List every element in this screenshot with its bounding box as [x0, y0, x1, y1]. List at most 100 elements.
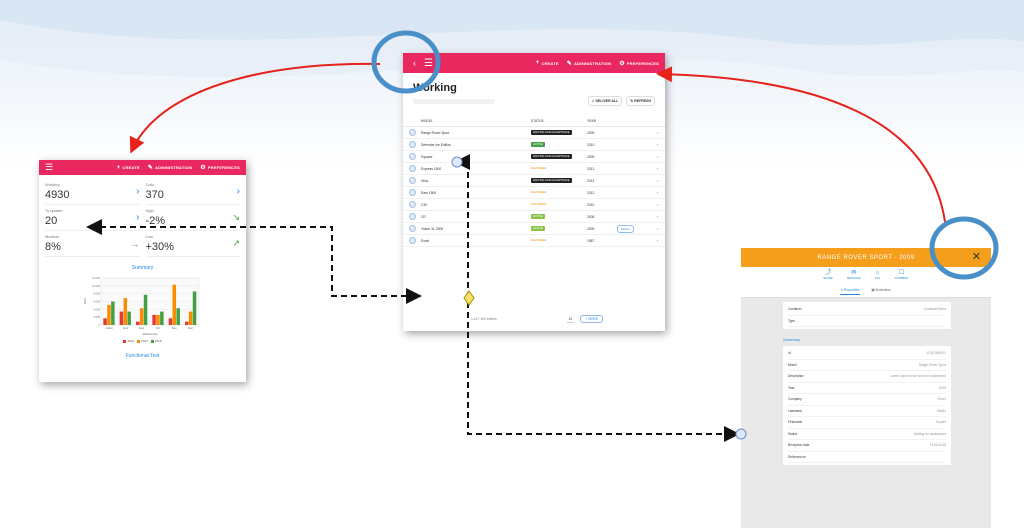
close-icon[interactable]: ✕ [972, 250, 981, 263]
table-row[interactable]: Yukon XL 2500 ACTIVE 2009 Deliver › [403, 223, 665, 235]
tab-label: SHARE [823, 276, 833, 280]
table-row[interactable]: C30 DELIVERED 2010 › [403, 199, 665, 211]
table-row[interactable]: Excel DELIVERED 1987 › [403, 235, 665, 247]
property-row: Type [788, 316, 946, 327]
column-year[interactable]: YEAR [587, 119, 617, 123]
more-label: MORE [588, 317, 598, 321]
worklist-table: MODEL STATUS YEAR Range Rover Sport WAITI… [403, 115, 665, 247]
administration-button[interactable]: ✎ ADMINISTRATION [567, 60, 611, 67]
cell-model: Defender Ice Edition [421, 142, 451, 147]
cell-model: Equator [421, 154, 433, 159]
legend-label: 2017 [141, 339, 148, 343]
share-tab[interactable]: ⤴ SHARE [823, 270, 833, 280]
plus-icon: + [116, 164, 121, 171]
stat-low[interactable]: Low +30% ↗ [145, 231, 240, 257]
bar [106, 304, 111, 325]
cell-year: 1987 [587, 238, 595, 243]
chevron-right-icon[interactable]: › [657, 190, 665, 195]
column-status[interactable]: STATUS [531, 119, 587, 123]
create-button[interactable]: + CREATE [117, 165, 140, 171]
avatar [409, 213, 416, 220]
preferences-button[interactable]: ⚙ PREFERENCES [619, 60, 659, 67]
bar [188, 311, 192, 325]
status-badge: ACTIVE [531, 226, 545, 231]
trend-up-icon: ↗ [232, 238, 240, 248]
table-row[interactable]: Hilux WAITING FOR ACCEPTANCE 2012 › [403, 175, 665, 187]
property-row: Company Rover [788, 394, 946, 406]
column-model[interactable]: MODEL [421, 119, 531, 123]
stat-to-update[interactable]: To update 20 › [45, 205, 140, 231]
property-value: A7BC98S912 [926, 351, 946, 356]
wrench-icon: ✎ [566, 60, 573, 67]
chevron-right-icon[interactable]: › [657, 202, 665, 207]
legend-item: 2018 [150, 339, 162, 343]
chevron-right-icon[interactable]: › [657, 154, 665, 159]
stat-value: +30% [145, 241, 174, 253]
bar [184, 321, 188, 325]
table-row[interactable]: Ram 1500 DELIVERED 2012 › [403, 187, 665, 199]
more-button[interactable]: + MORE [580, 315, 603, 323]
create-label: CREATE [122, 165, 140, 170]
x-tick-label: Juillet [105, 326, 112, 330]
y-tick-label: 4 000 [93, 307, 100, 311]
tag-tab[interactable]: ⌂ TAG [875, 270, 881, 280]
stats-grid: Working 4930 › Todo 370 › To update 20 › Hi… [39, 175, 246, 257]
stat-todo[interactable]: Todo 370 › [145, 179, 240, 205]
tab-illustration[interactable]: ▣ Illustration [870, 286, 892, 294]
cell-year: 2011 [587, 166, 595, 171]
chevron-right-icon[interactable]: › [657, 166, 665, 171]
detail-actions: ⤴ SHARE ✉ MESSAGE ⌂ TAG ☐ COMMENT [741, 267, 991, 283]
back-icon[interactable]: ‹ [413, 58, 416, 68]
deliver-chip[interactable]: Deliver [617, 224, 634, 233]
stat-medium[interactable]: Medium 8% → [45, 231, 140, 257]
property-row: Description Lorem ipsum dolor sit amet co… [788, 371, 946, 383]
stat-value: 370 [145, 189, 164, 201]
tab-properties[interactable]: ≡ Properties [839, 286, 861, 295]
legend-swatch [150, 339, 154, 343]
bar [123, 298, 127, 325]
table-row[interactable]: Express 1500 DELIVERED 2011 › [403, 163, 665, 175]
refresh-button[interactable]: ↻ REFRESH [626, 96, 655, 106]
stat-working[interactable]: Working 4930 › [45, 179, 140, 205]
chevron-right-icon[interactable]: › [657, 226, 665, 231]
property-value: Lorem ipsum dolor sit amet consectetur [890, 374, 946, 379]
detail-header: RANGE ROVER SPORT - 2009 ✕ [741, 248, 991, 267]
deliver-all-button[interactable]: ✓ DELIVER ALL [587, 96, 623, 106]
stat-value: -2% [145, 215, 166, 227]
functional-test-link[interactable]: Functional Test [39, 353, 246, 359]
comment-tab[interactable]: ☐ COMMENT [894, 270, 908, 280]
x-tick-label: Oct. [155, 326, 160, 330]
property-value: Rover [937, 397, 946, 402]
create-button[interactable]: + CREATE [536, 60, 559, 66]
status-badge: ACTIVE [531, 142, 545, 147]
avatar [409, 225, 416, 232]
page-size-select[interactable]: 10 [566, 316, 575, 323]
table-row[interactable]: Equator WAITING FOR ACCEPTANCE 2009 › [403, 151, 665, 163]
table-row[interactable]: Range Rover Sport WAITING FOR ACCEPTANCE 2… [403, 127, 665, 139]
property-key: Type [788, 318, 795, 323]
table-row[interactable]: Defender Ice Edition ACTIVE 2010 › [403, 139, 665, 151]
y-tick-label: 10 000 [92, 284, 100, 288]
search-input[interactable] [413, 98, 495, 104]
chevron-right-icon[interactable]: › [657, 214, 665, 219]
property-key: Lastname [788, 408, 802, 413]
page-title: Working [413, 82, 457, 94]
menu-icon[interactable]: ☰ [424, 58, 433, 69]
x-tick-label: Déc. [188, 326, 194, 330]
chevron-right-icon[interactable]: › [657, 178, 665, 183]
pagination: 1-10 / 100 entries 10 + MORE [403, 315, 665, 323]
bar [119, 311, 123, 325]
message-tab[interactable]: ✉ MESSAGE [847, 270, 861, 280]
chevron-right-icon[interactable]: › [657, 130, 665, 135]
preferences-button[interactable]: ⚙ PREFERENCES [200, 164, 240, 171]
administration-button[interactable]: ✎ ADMINISTRATION [148, 164, 192, 171]
menu-icon[interactable]: ☰ [45, 163, 53, 172]
chevron-right-icon[interactable]: › [657, 142, 665, 147]
table-row[interactable]: CR ACTIVE 2008 › [403, 211, 665, 223]
detail-subtabs: ≡ Properties ▣ Illustration [741, 283, 991, 298]
property-value: Martin [937, 408, 946, 413]
bar-chart-svg: 12 000 10 000 8 000 6 000 4 000 2 000 0 Total Ju… [83, 276, 199, 336]
chevron-right-icon[interactable]: › [657, 238, 665, 243]
stat-high[interactable]: High -2% ↘ [145, 205, 240, 231]
arrow-right-icon: › [236, 186, 240, 197]
